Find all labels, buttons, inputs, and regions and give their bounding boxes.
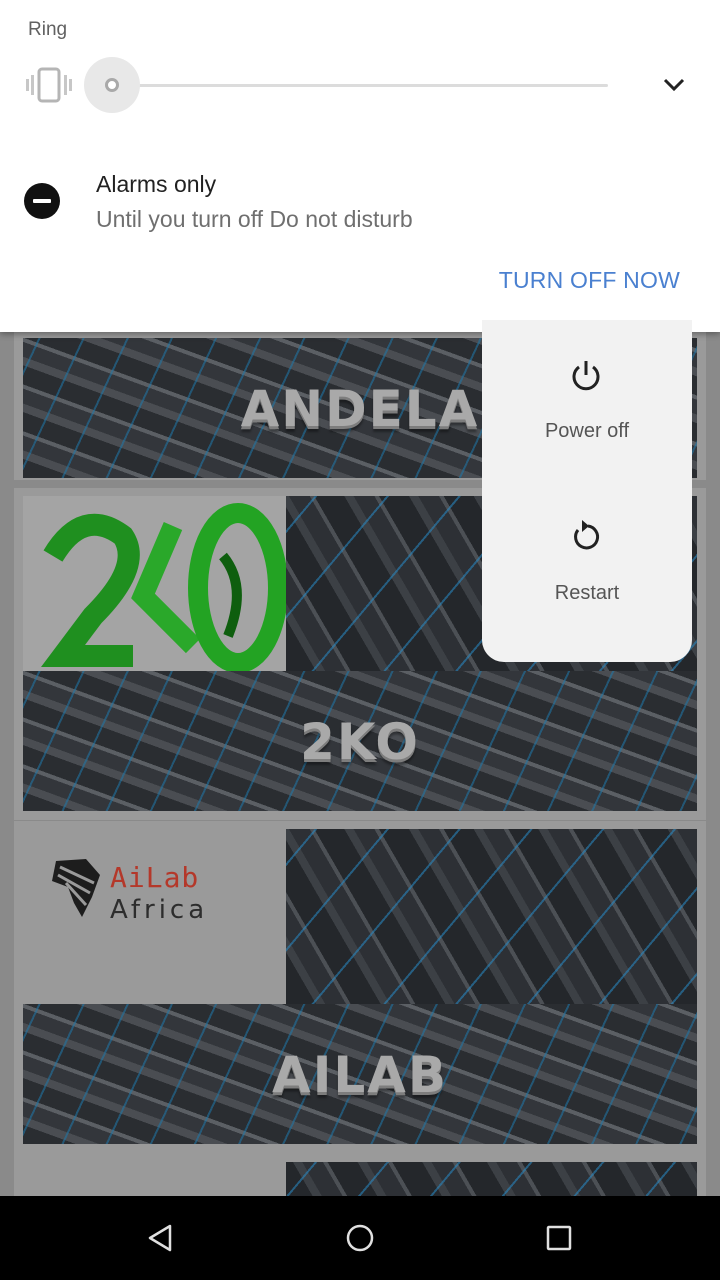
recents-icon	[546, 1225, 572, 1251]
card-logo: AiLab Africa	[14, 821, 286, 1004]
logo-text: AiLab	[110, 861, 200, 894]
dnd-subtitle: Until you turn off Do not disturb	[96, 206, 413, 232]
card-image	[286, 1162, 697, 1196]
card-image	[286, 829, 697, 1004]
dnd-title: Alarms only	[96, 171, 217, 197]
restart-button[interactable]: Restart	[482, 502, 692, 652]
africa-logo-icon	[52, 859, 100, 917]
restart-icon	[574, 520, 600, 550]
card-title: 2KO	[300, 713, 420, 771]
do-not-disturb-icon	[24, 183, 60, 219]
home-icon	[346, 1224, 374, 1252]
expand-volume-button[interactable]	[652, 68, 696, 102]
power-off-button[interactable]: Power off	[482, 340, 692, 490]
home-button[interactable]	[330, 1216, 390, 1260]
vibrate-icon[interactable]	[26, 67, 72, 103]
turn-off-now-button[interactable]: TURN OFF NOW	[499, 267, 680, 294]
notification-shade: Ring Alarms only Until you turn off Do n…	[0, 0, 720, 332]
slider-track	[110, 84, 608, 87]
power-icon	[572, 361, 600, 391]
logo-text: Africa	[110, 895, 209, 925]
card-banner: AILAB	[23, 1004, 697, 1144]
card-title: AILAB	[272, 1046, 448, 1104]
list-item[interactable]	[14, 1154, 706, 1196]
power-off-label: Power off	[544, 420, 630, 442]
back-button[interactable]	[130, 1216, 190, 1260]
card-banner: 2KO	[23, 671, 697, 811]
chevron-down-icon	[663, 78, 685, 92]
restart-label: Restart	[554, 582, 620, 604]
ring-label: Ring	[28, 19, 68, 40]
card-logo	[23, 496, 286, 671]
ring-volume-slider[interactable]	[84, 57, 624, 113]
navigation-bar	[0, 1196, 720, 1280]
list-item[interactable]: AiLab Africa AILAB	[14, 821, 706, 1154]
slider-thumb[interactable]	[105, 78, 119, 92]
recents-button[interactable]	[529, 1216, 589, 1260]
power-menu: Power off Restart	[482, 320, 692, 662]
back-icon	[148, 1224, 172, 1252]
